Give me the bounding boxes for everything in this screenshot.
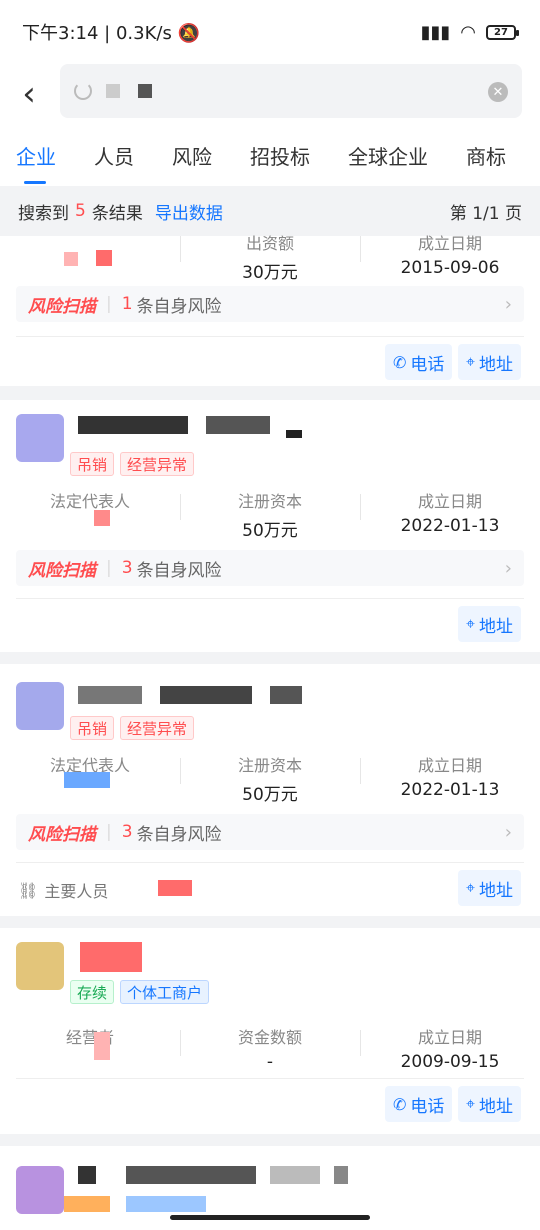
company-card[interactable]: 吊销 经营异常 法定代表人 注册资本 50万元 成立日期 2022-01-13 … bbox=[0, 664, 540, 916]
card-info-row: 出资额 30万元 成立日期 2015-09-06 bbox=[0, 230, 540, 283]
risk-scan-row[interactable]: 风险扫描 | 3 条自身风险 › bbox=[16, 814, 524, 850]
result-summary: 搜索到 5 条结果 导出数据 第 1/1 页 bbox=[0, 186, 540, 236]
signal-icon: ▮▮▮ bbox=[420, 21, 451, 43]
redacted-company-name bbox=[270, 686, 302, 704]
redacted-company-name bbox=[270, 1166, 320, 1184]
redacted-company-name bbox=[206, 416, 270, 434]
clear-icon[interactable]: ✕ bbox=[488, 82, 508, 102]
home-indicator bbox=[170, 1215, 370, 1220]
redacted-company-name bbox=[80, 942, 142, 972]
company-card[interactable]: 吊销 经营异常 法定代表人 注册资本 50万元 成立日期 2022-01-13 … bbox=[0, 400, 540, 652]
redacted-name bbox=[64, 772, 110, 788]
risk-scan-logo: 风险扫描 bbox=[28, 824, 96, 845]
redacted-name bbox=[94, 1032, 110, 1060]
location-icon: ⌖ bbox=[466, 878, 476, 897]
link-icon: ⛓ bbox=[18, 880, 39, 900]
redacted-company-name bbox=[78, 416, 188, 434]
redacted-company-name bbox=[78, 686, 142, 704]
tab-trademark[interactable]: 商标 bbox=[466, 124, 506, 186]
risk-scan-row[interactable]: 风险扫描 | 1 条自身风险 › bbox=[16, 286, 524, 322]
company-card[interactable]: 存续 个体工商户 经营者 资金数额 - 成立日期 2009-09-15 ✆ 电话… bbox=[0, 928, 540, 1134]
company-logo bbox=[16, 1166, 64, 1214]
tab-risk[interactable]: 风险 bbox=[172, 124, 212, 186]
address-button[interactable]: ⌖ 地址 bbox=[458, 870, 522, 906]
battery-icon: 27 bbox=[486, 24, 519, 40]
company-logo bbox=[16, 682, 64, 730]
card-info-row: 经营者 资金数额 - 成立日期 2009-09-15 bbox=[0, 1024, 540, 1076]
status-bar: 下午3:14 | 0.3K/s 🔕 ▮▮▮ ◠ 27 bbox=[0, 0, 540, 64]
status-right: ▮▮▮ ◠ 27 bbox=[420, 21, 519, 43]
search-query-blur bbox=[138, 84, 152, 98]
redacted-tag bbox=[126, 1196, 206, 1212]
redacted-name bbox=[96, 250, 112, 266]
card-info-row: 法定代表人 注册资本 50万元 成立日期 2022-01-13 bbox=[0, 488, 540, 541]
page-indicator: 第 1/1 页 bbox=[449, 203, 522, 224]
card-info-row: 法定代表人 注册资本 50万元 成立日期 2022-01-13 bbox=[0, 752, 540, 805]
status-badge: 个体工商户 bbox=[120, 980, 210, 1004]
risk-scan-row[interactable]: 风险扫描 | 3 条自身风险 › bbox=[16, 550, 524, 586]
chevron-right-icon: › bbox=[504, 821, 512, 843]
tab-global-company[interactable]: 全球企业 bbox=[348, 124, 428, 186]
chevron-left-icon: ‹ bbox=[22, 74, 36, 114]
risk-scan-logo: 风险扫描 bbox=[28, 296, 96, 317]
mute-icon: 🔕 bbox=[177, 23, 200, 44]
company-logo bbox=[16, 414, 64, 462]
redacted-company-name bbox=[286, 430, 302, 438]
wifi-icon: ◠ bbox=[460, 21, 476, 43]
status-speed: 0.3K/s bbox=[115, 23, 172, 44]
status-left: 下午3:14 | 0.3K/s 🔕 bbox=[22, 23, 200, 44]
search-header: ‹ ✕ bbox=[0, 64, 540, 124]
location-icon: ⌖ bbox=[466, 352, 476, 371]
location-icon: ⌖ bbox=[466, 614, 476, 633]
status-time: 下午3:14 bbox=[22, 23, 99, 44]
location-icon: ⌖ bbox=[466, 1094, 476, 1113]
back-button[interactable]: ‹ bbox=[0, 64, 58, 124]
redacted-name bbox=[64, 252, 78, 266]
tab-bidding[interactable]: 招投标 bbox=[250, 124, 310, 186]
chevron-right-icon: › bbox=[504, 293, 512, 315]
search-query-blur bbox=[106, 84, 120, 98]
company-card[interactable]: 出资额 30万元 成立日期 2015-09-06 风险扫描 | 1 条自身风险 … bbox=[0, 234, 540, 386]
result-count: 5 bbox=[75, 201, 86, 221]
redacted-company-name bbox=[78, 1166, 96, 1184]
redacted-name bbox=[158, 880, 192, 896]
phone-button[interactable]: ✆ 电话 bbox=[385, 344, 453, 380]
loading-icon bbox=[74, 82, 92, 100]
tab-company[interactable]: 企业 bbox=[16, 124, 56, 186]
status-badge: 经营异常 bbox=[120, 452, 195, 476]
status-badge: 存续 bbox=[70, 980, 115, 1004]
chevron-right-icon: › bbox=[504, 557, 512, 579]
redacted-company-name bbox=[126, 1166, 256, 1184]
main-person-row[interactable]: ⛓ 主要人员 bbox=[18, 878, 192, 902]
risk-scan-logo: 风险扫描 bbox=[28, 560, 96, 581]
redacted-name bbox=[94, 510, 110, 526]
tab-people[interactable]: 人员 bbox=[94, 124, 134, 186]
address-button[interactable]: ⌖ 地址 bbox=[458, 344, 522, 380]
phone-button[interactable]: ✆ 电话 bbox=[385, 1086, 453, 1122]
status-badge: 经营异常 bbox=[120, 716, 195, 740]
phone-icon: ✆ bbox=[393, 352, 407, 372]
phone-icon: ✆ bbox=[393, 1094, 407, 1114]
redacted-company-name bbox=[160, 686, 252, 704]
export-data-link[interactable]: 导出数据 bbox=[155, 199, 223, 224]
redacted-company-name bbox=[334, 1166, 348, 1184]
status-badge: 吊销 bbox=[70, 716, 115, 740]
company-logo bbox=[16, 942, 64, 990]
category-tabs: 企业 人员 风险 招投标 全球企业 商标 bbox=[0, 124, 540, 186]
address-button[interactable]: ⌖ 地址 bbox=[458, 606, 522, 642]
address-button[interactable]: ⌖ 地址 bbox=[458, 1086, 522, 1122]
status-badge: 吊销 bbox=[70, 452, 115, 476]
search-input[interactable]: ✕ bbox=[60, 64, 522, 118]
redacted-tag bbox=[64, 1196, 110, 1212]
